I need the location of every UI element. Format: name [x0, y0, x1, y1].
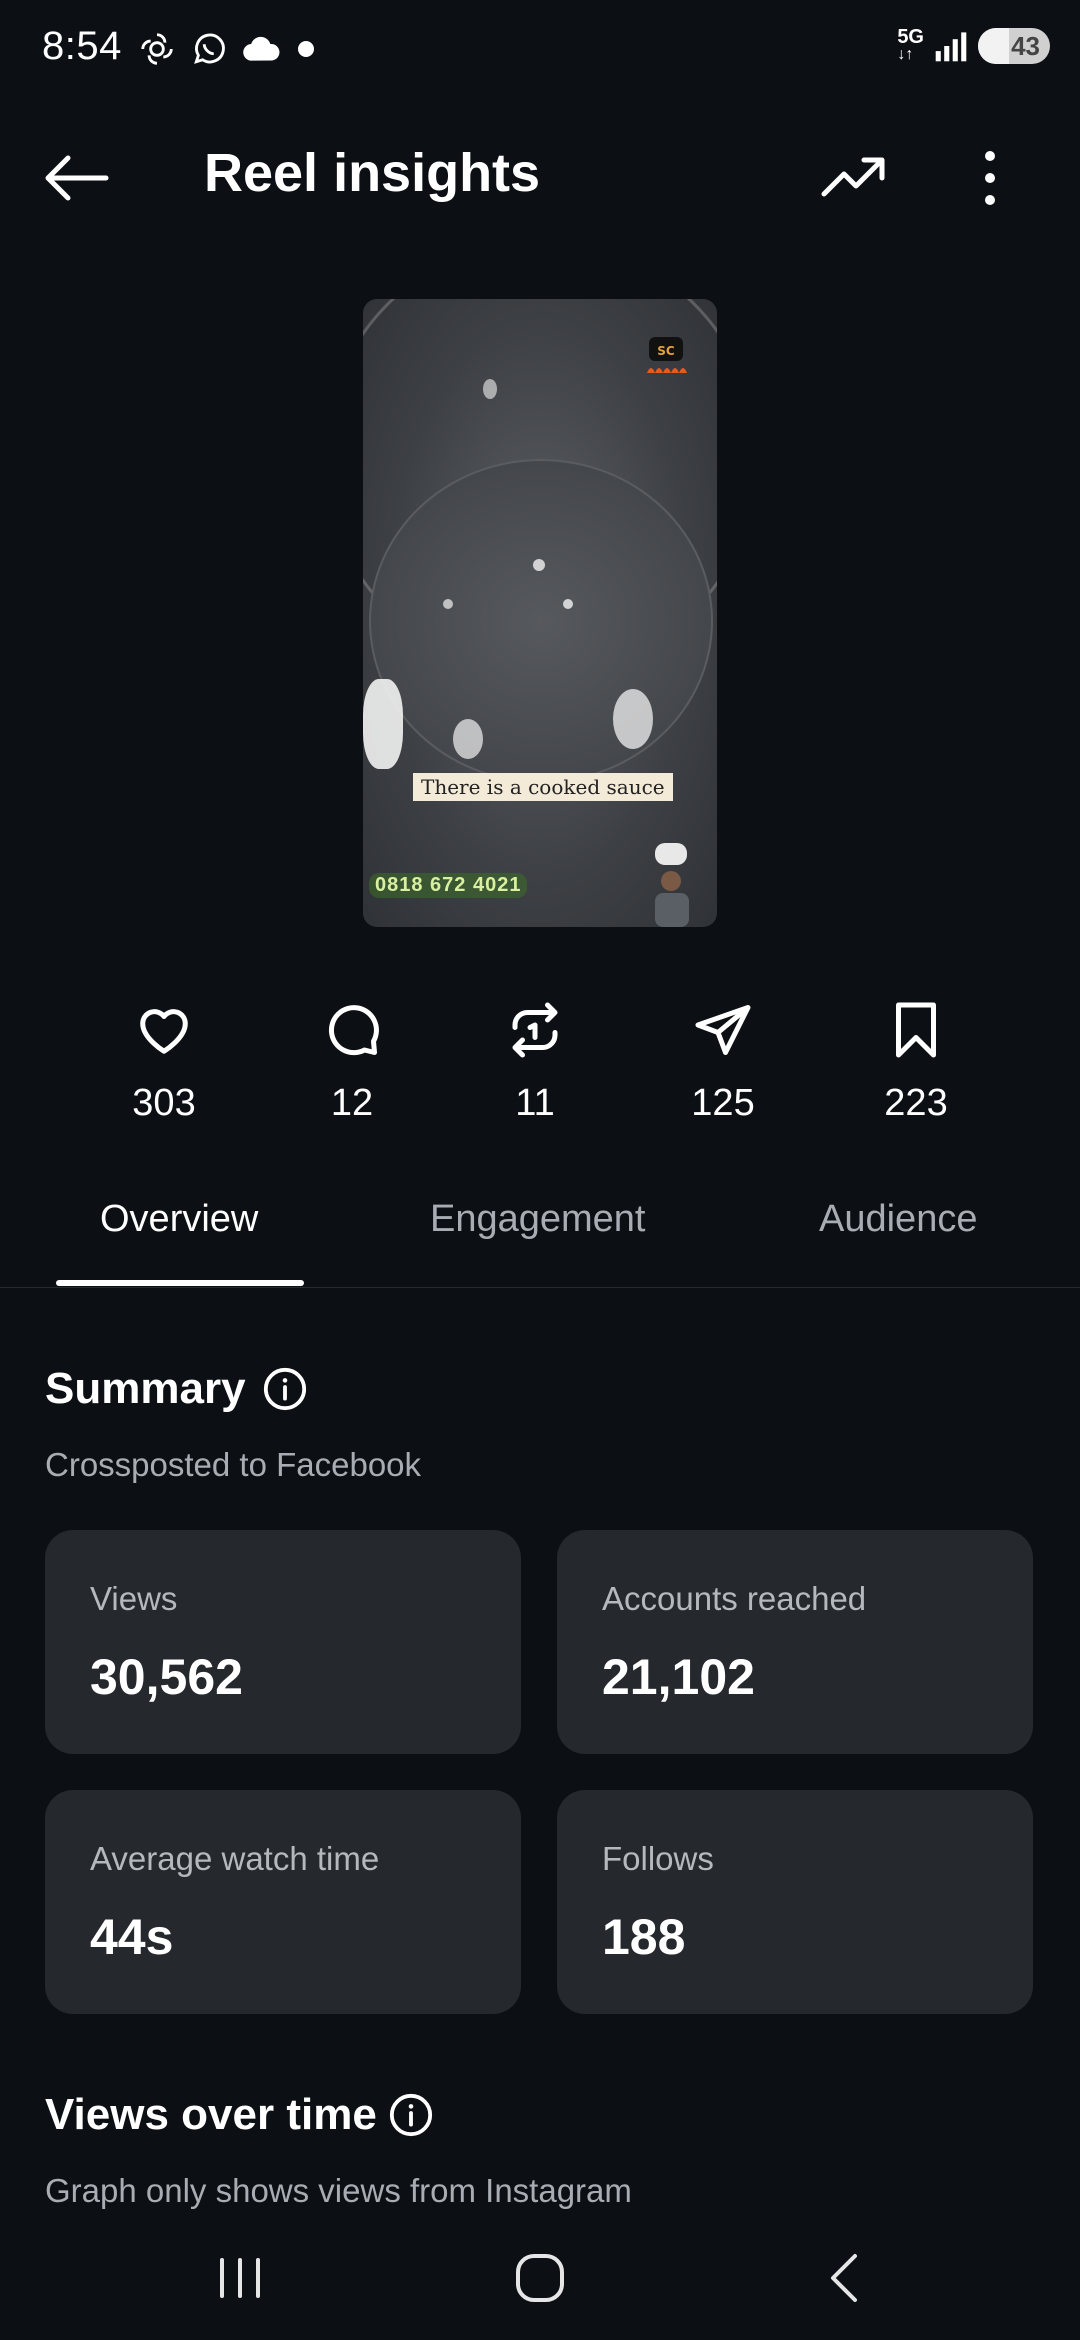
average-watch-time-value: 44s: [90, 1909, 174, 1965]
share-icon: [695, 1005, 751, 1055]
accounts-reached-value: 21,102: [602, 1649, 755, 1705]
follows-card[interactable]: Follows 188: [557, 1790, 1033, 2014]
reposts-count: 11: [515, 1082, 555, 1124]
trends-button[interactable]: [818, 148, 890, 208]
person-graphic: [655, 843, 689, 927]
svg-text:SC: SC: [657, 344, 675, 358]
tab-indicator: [56, 1280, 304, 1286]
accounts-reached-card[interactable]: Accounts reached 21,102: [557, 1530, 1033, 1754]
brand-logo: SC: [647, 337, 687, 373]
follows-label: Follows: [602, 1840, 714, 1877]
reel-phone-number: 0818 672 4021: [369, 873, 528, 898]
accounts-reached-label: Accounts reached: [602, 1580, 867, 1617]
comments-count: 12: [330, 1082, 374, 1124]
reposts-stat: 11: [455, 1000, 615, 1125]
views-card[interactable]: Views 30,562: [45, 1530, 521, 1754]
battery-indicator: 43: [978, 28, 1050, 64]
average-watch-time-card[interactable]: Average watch time 44s: [45, 1790, 521, 2014]
status-right-icons: 5G ↓↑ 43: [897, 26, 1050, 64]
views-value: 30,562: [90, 1649, 243, 1705]
views-label: Views: [90, 1580, 178, 1617]
nav-back-button[interactable]: [805, 2248, 885, 2308]
saves-stat: 223: [836, 1000, 996, 1125]
tab-overview[interactable]: Overview: [100, 1198, 258, 1241]
views-over-time-info-button[interactable]: [388, 2092, 434, 2143]
summary-title: Summary: [45, 1364, 246, 1413]
arrow-left-icon: [45, 155, 109, 201]
chatgpt-icon: [141, 33, 173, 65]
tab-divider: [0, 1287, 1080, 1288]
whatsapp-business-icon: [194, 33, 225, 64]
follows-value: 188: [602, 1909, 686, 1965]
home-icon: [516, 2254, 564, 2302]
views-over-time-subtitle: Graph only shows views from Instagram: [45, 2172, 632, 2209]
network-5g-icon: 5G ↓↑: [897, 26, 924, 63]
shares-count: 125: [691, 1082, 755, 1124]
home-button[interactable]: [500, 2248, 580, 2308]
dot-icon: [298, 41, 314, 57]
trending-up-icon: [821, 157, 885, 197]
recents-button[interactable]: [200, 2248, 280, 2308]
heart-icon: [140, 1009, 188, 1054]
info-icon: [263, 1367, 307, 1411]
summary-subtitle: Crossposted to Facebook: [45, 1446, 422, 1483]
reel-caption: There is a cooked sauce: [413, 773, 673, 801]
views-over-time-title: Views over time: [45, 2090, 377, 2139]
average-watch-time-label: Average watch time: [90, 1840, 380, 1877]
likes-count: 303: [132, 1082, 196, 1124]
status-notification-icons: [138, 30, 316, 68]
status-time: 8:54: [42, 24, 122, 68]
comments-stat: 12: [272, 1000, 432, 1125]
back-button[interactable]: [40, 148, 112, 208]
shares-stat: 125: [643, 1000, 803, 1125]
saves-count: 223: [884, 1082, 948, 1124]
comment-icon: [328, 1005, 379, 1056]
bookmark-icon: [896, 1002, 936, 1058]
signal-icon: [935, 32, 967, 62]
page-title: Reel insights: [204, 143, 541, 203]
likes-stat: 303: [84, 1000, 244, 1125]
nav-back-icon: [831, 2254, 857, 2302]
more-options-button[interactable]: [960, 146, 1020, 210]
repost-icon: [512, 1002, 558, 1058]
cloud-icon: [243, 36, 280, 61]
tab-engagement[interactable]: Engagement: [430, 1198, 646, 1241]
info-icon: [389, 2093, 433, 2137]
more-vertical-icon: [985, 151, 995, 205]
summary-info-button[interactable]: [262, 1366, 308, 1417]
reel-thumbnail[interactable]: SC There is a cooked sauce 0818 672 4021: [363, 299, 717, 927]
recents-icon: [220, 2258, 260, 2298]
tab-audience[interactable]: Audience: [819, 1198, 977, 1241]
